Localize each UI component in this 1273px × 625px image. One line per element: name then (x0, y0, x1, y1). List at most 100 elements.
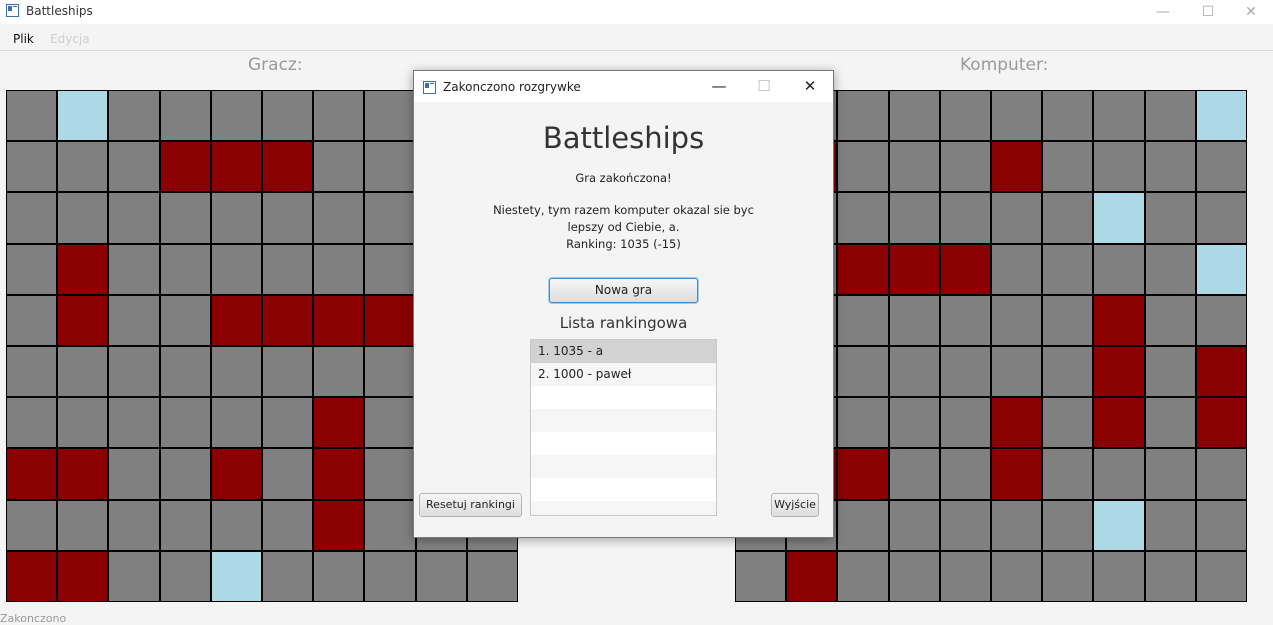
computer-board-cell-empty[interactable] (838, 295, 888, 345)
minimize-icon[interactable]: — (696, 71, 742, 102)
computer-board-cell-empty[interactable] (940, 193, 990, 243)
computer-board-cell-empty[interactable] (992, 500, 1042, 550)
player-board-cell-hit[interactable] (263, 295, 313, 345)
player-board-cell-empty[interactable] (109, 398, 159, 448)
maximize-icon[interactable]: ☐ (741, 71, 787, 102)
player-board-cell-empty[interactable] (211, 398, 261, 448)
computer-board-cell-empty[interactable] (889, 500, 939, 550)
computer-board-cell-empty[interactable] (1145, 244, 1195, 294)
computer-board-cell-empty[interactable] (1094, 449, 1144, 499)
player-board-cell-hit[interactable] (58, 551, 108, 601)
player-board-cell-empty[interactable] (109, 193, 159, 243)
computer-board-cell-empty[interactable] (838, 500, 888, 550)
player-board-cell-miss[interactable] (58, 91, 108, 141)
computer-board-cell-empty[interactable] (1094, 91, 1144, 141)
computer-board-cell-empty[interactable] (1043, 551, 1093, 601)
computer-board-cell-empty[interactable] (1043, 91, 1093, 141)
player-board-cell-empty[interactable] (211, 193, 261, 243)
computer-board-cell-empty[interactable] (992, 347, 1042, 397)
computer-board-cell-empty[interactable] (940, 91, 990, 141)
computer-board-cell-empty[interactable] (1094, 551, 1144, 601)
player-board-cell-empty[interactable] (160, 398, 210, 448)
close-icon[interactable]: ✕ (1228, 0, 1273, 24)
player-board-cell-miss[interactable] (211, 551, 261, 601)
player-board-cell-empty[interactable] (211, 347, 261, 397)
computer-board-cell-hit[interactable] (838, 449, 888, 499)
computer-board-cell-miss[interactable] (1094, 500, 1144, 550)
player-board-cell-empty[interactable] (7, 244, 57, 294)
computer-board-cell-empty[interactable] (1145, 398, 1195, 448)
player-board-cell-empty[interactable] (109, 91, 159, 141)
player-board-cell-empty[interactable] (7, 295, 57, 345)
player-board-cell-empty[interactable] (7, 500, 57, 550)
computer-board-cell-empty[interactable] (838, 398, 888, 448)
player-board-cell-hit[interactable] (314, 398, 364, 448)
player-board-cell-empty[interactable] (365, 398, 415, 448)
computer-board-cell-empty[interactable] (889, 91, 939, 141)
menu-edycja[interactable]: Edycja (50, 32, 90, 46)
computer-board-cell-miss[interactable] (1094, 193, 1144, 243)
player-board-cell-empty[interactable] (109, 551, 159, 601)
player-board-cell-empty[interactable] (160, 295, 210, 345)
computer-board-cell-empty[interactable] (736, 551, 786, 601)
computer-board-cell-empty[interactable] (1145, 347, 1195, 397)
player-board-cell-empty[interactable] (160, 244, 210, 294)
player-board-cell-empty[interactable] (365, 449, 415, 499)
minimize-icon[interactable]: — (1140, 0, 1186, 24)
computer-board-cell-empty[interactable] (940, 551, 990, 601)
computer-board-cell-empty[interactable] (992, 193, 1042, 243)
computer-board-cell-hit[interactable] (1196, 398, 1246, 448)
new-game-button[interactable]: Nowa gra (549, 278, 698, 303)
computer-board-cell-empty[interactable] (940, 500, 990, 550)
computer-board-cell-empty[interactable] (940, 449, 990, 499)
player-board-cell-empty[interactable] (365, 142, 415, 192)
computer-board-cell-miss[interactable] (1196, 91, 1246, 141)
computer-board-cell-empty[interactable] (1145, 295, 1195, 345)
player-board-cell-empty[interactable] (160, 500, 210, 550)
computer-board-cell-empty[interactable] (1043, 295, 1093, 345)
close-icon[interactable]: ✕ (787, 71, 833, 102)
reset-rankings-button[interactable]: Resetuj rankingi (419, 493, 522, 517)
player-board-cell-empty[interactable] (211, 91, 261, 141)
computer-board-cell-empty[interactable] (1145, 193, 1195, 243)
player-board-cell-empty[interactable] (58, 347, 108, 397)
player-board-cell-empty[interactable] (365, 244, 415, 294)
player-board-cell-hit[interactable] (211, 142, 261, 192)
player-board-cell-empty[interactable] (58, 500, 108, 550)
player-board-cell-empty[interactable] (263, 91, 313, 141)
player-board-cell-hit[interactable] (58, 295, 108, 345)
player-board-cell-empty[interactable] (263, 500, 313, 550)
computer-board-cell-empty[interactable] (838, 551, 888, 601)
player-board-cell-hit[interactable] (160, 142, 210, 192)
player-board-cell-empty[interactable] (160, 193, 210, 243)
computer-board-cell-empty[interactable] (838, 91, 888, 141)
player-board-cell-hit[interactable] (365, 295, 415, 345)
player-board-cell-hit[interactable] (314, 295, 364, 345)
computer-board-cell-hit[interactable] (1094, 295, 1144, 345)
player-board-cell-empty[interactable] (7, 347, 57, 397)
computer-board-cell-empty[interactable] (889, 295, 939, 345)
player-board-cell-empty[interactable] (314, 142, 364, 192)
computer-board-cell-empty[interactable] (940, 347, 990, 397)
ranking-list[interactable]: 1. 1035 - a 2. 1000 - paweł (530, 339, 717, 516)
player-board-cell-hit[interactable] (7, 449, 57, 499)
computer-board-cell-hit[interactable] (992, 142, 1042, 192)
computer-board-cell-empty[interactable] (889, 142, 939, 192)
player-board-cell-empty[interactable] (365, 193, 415, 243)
player-board-cell-empty[interactable] (160, 91, 210, 141)
player-board-cell-empty[interactable] (58, 398, 108, 448)
player-board-cell-empty[interactable] (365, 551, 415, 601)
player-board-cell-empty[interactable] (467, 551, 517, 601)
computer-board-cell-empty[interactable] (1196, 142, 1246, 192)
computer-board-cell-empty[interactable] (1043, 142, 1093, 192)
computer-board-cell-empty[interactable] (940, 295, 990, 345)
computer-board-cell-empty[interactable] (889, 193, 939, 243)
player-board-cell-empty[interactable] (109, 347, 159, 397)
player-board-cell-empty[interactable] (365, 347, 415, 397)
computer-board-cell-empty[interactable] (1043, 193, 1093, 243)
player-board-cell-hit[interactable] (314, 449, 364, 499)
computer-board-cell-empty[interactable] (1094, 142, 1144, 192)
computer-board-cell-miss[interactable] (1196, 244, 1246, 294)
computer-board-cell-empty[interactable] (889, 449, 939, 499)
computer-board-cell-empty[interactable] (992, 551, 1042, 601)
